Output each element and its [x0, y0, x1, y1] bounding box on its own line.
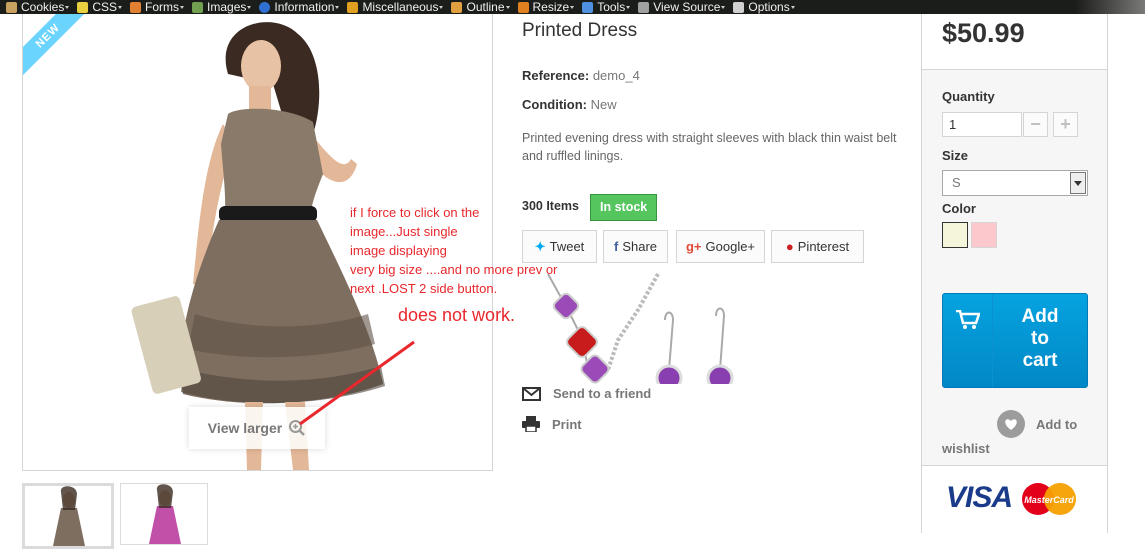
size-label: Size — [942, 148, 969, 163]
svg-text:MasterCard: MasterCard — [1024, 495, 1074, 505]
chevron-down-icon — [570, 5, 575, 9]
size-select-value: S — [952, 175, 961, 190]
pinterest-icon: ● — [785, 239, 794, 254]
add-to-wishlist-link[interactable]: Add to — [1036, 417, 1077, 432]
price-area: $50.99 — [922, 14, 1107, 70]
mastercard-logo: MasterCard — [1022, 483, 1076, 515]
thumbnail-2[interactable] — [120, 483, 208, 545]
reference-line: Reference: demo_4 — [522, 68, 640, 83]
color-label: Color — [942, 201, 976, 216]
chevron-down-icon — [505, 5, 510, 9]
information-icon — [259, 1, 271, 13]
toolbar-menu-css[interactable]: CSS — [77, 0, 123, 14]
chevron-down-icon — [439, 5, 444, 9]
annotation-text: if I force to click on the image...Just … — [350, 205, 558, 296]
cookies-icon — [6, 1, 17, 13]
product-description: Printed evening dress with straight slee… — [522, 131, 897, 163]
tools-icon — [582, 1, 594, 13]
price: $50.99 — [942, 18, 1025, 48]
options-icon — [733, 1, 745, 13]
add-to-wishlist-link-cont[interactable]: wishlist — [942, 441, 990, 456]
add-to-cart-label: Add to cart — [1021, 306, 1059, 371]
zoom-in-icon — [289, 420, 306, 436]
view-source-icon — [638, 1, 650, 13]
cart-icon-area — [943, 294, 993, 387]
forms-icon — [130, 1, 142, 13]
color-swatch-pink[interactable] — [971, 222, 997, 248]
thumbnail-photo-1 — [53, 486, 85, 546]
product-title: Printed Dress — [522, 20, 638, 41]
size-select[interactable]: S — [942, 170, 1088, 196]
buy-box: $50.99 Quantity 1 − + Size S Color Add t… — [921, 14, 1108, 533]
thumbnail-photo-2 — [149, 484, 181, 544]
view-larger-button[interactable]: View larger — [189, 407, 325, 449]
chevron-down-icon — [790, 5, 795, 9]
print-link[interactable]: Print — [522, 416, 582, 432]
pinterest-button[interactable]: ● Pinterest — [771, 230, 864, 263]
heart-icon[interactable] — [997, 410, 1025, 438]
printer-icon — [522, 416, 540, 432]
color-swatch-beige[interactable] — [942, 222, 968, 248]
chevron-down-icon — [65, 5, 70, 9]
toolbar-menu-cookies[interactable]: Cookies — [6, 0, 70, 14]
quantity-plus-button[interactable]: + — [1053, 112, 1078, 137]
chevron-down-icon — [335, 5, 340, 9]
add-to-cart-button[interactable]: Add to cart — [942, 293, 1088, 388]
toolbar-menu-information[interactable]: Information — [259, 0, 340, 14]
payment-logos: VISA MasterCard — [922, 465, 1107, 533]
images-icon — [192, 1, 204, 13]
google-plus-button[interactable]: g+ Google+ — [676, 230, 765, 263]
thumbnail-1[interactable] — [22, 483, 114, 549]
quantity-minus-button[interactable]: − — [1023, 112, 1048, 137]
web-developer-toolbar: Cookies CSS Forms Images Information Mis… — [0, 0, 1145, 14]
condition-label: Condition: — [522, 97, 587, 112]
condition-line: Condition: New — [522, 97, 617, 112]
toolbar-menu-outline[interactable]: Outline — [451, 0, 510, 14]
miscellaneous-icon — [347, 1, 359, 13]
chevron-down-icon — [247, 5, 252, 9]
status-badge: In stock — [590, 194, 658, 221]
toolbar-menu-images[interactable]: Images — [192, 0, 252, 14]
reference-label: Reference: — [522, 68, 590, 83]
toolbar-menu-miscellaneous[interactable]: Miscellaneous — [347, 0, 444, 14]
facebook-icon: f — [613, 239, 619, 254]
toolbar-menu-view-source[interactable]: View Source — [638, 0, 726, 14]
toolbar-menu-tools[interactable]: Tools — [582, 0, 631, 14]
chevron-down-icon — [180, 5, 185, 9]
visa-logo: VISA — [946, 481, 1013, 514]
cart-icon — [955, 310, 980, 329]
condition-value: New — [590, 97, 617, 112]
quantity-label: Quantity — [942, 89, 995, 104]
chevron-down-icon — [626, 5, 631, 9]
annotation-does-not-work: does not work. — [398, 305, 516, 325]
css-icon — [77, 1, 89, 13]
chevron-down-icon — [721, 5, 726, 9]
outline-pencil-icon — [451, 1, 463, 13]
send-to-friend-link[interactable]: Send to a friend — [522, 386, 651, 401]
google-plus-icon: g+ — [685, 239, 702, 254]
share-button[interactable]: f Share — [603, 230, 668, 263]
toolbar-menu-resize[interactable]: Resize — [517, 0, 575, 14]
envelope-icon — [522, 386, 541, 401]
quantity-input[interactable]: 1 — [942, 112, 1022, 137]
reference-value: demo_4 — [592, 68, 640, 83]
toolbar-menu-forms[interactable]: Forms — [130, 0, 185, 14]
resize-icon — [517, 1, 529, 13]
dropdown-arrow-icon[interactable] — [1070, 172, 1086, 194]
chevron-down-icon — [118, 5, 123, 9]
toolbar-corner-image — [1075, 0, 1145, 14]
toolbar-menu-options[interactable]: Options — [733, 0, 795, 14]
